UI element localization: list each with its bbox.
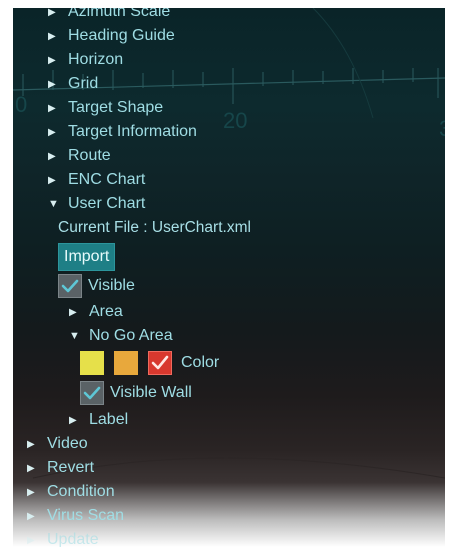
scale-number-0: 0	[15, 92, 28, 117]
triangle-right-icon: ▶	[48, 174, 56, 186]
color-swatch-orange[interactable]	[114, 351, 138, 375]
tree-item-horizon[interactable]: ▶ Horizon	[48, 49, 123, 71]
color-label: Color	[181, 354, 220, 371]
triangle-right-icon: ▶	[48, 30, 56, 42]
tree-item-route[interactable]: ▶ Route	[48, 145, 111, 167]
import-button[interactable]: Import	[58, 243, 116, 271]
tree-item-condition[interactable]: ▶ Condition	[27, 481, 115, 503]
tree-item-label: Video	[47, 435, 88, 452]
tree-item-target-shape[interactable]: ▶ Target Shape	[48, 97, 163, 119]
triangle-right-icon: ▶	[27, 486, 35, 498]
tree-item-label: Azimuth Scale	[68, 8, 171, 20]
tree-item-label: Heading Guide	[68, 27, 175, 44]
tree-item-label: Grid	[68, 75, 99, 92]
triangle-down-icon: ▼	[48, 198, 59, 210]
visible-checkbox[interactable]	[58, 274, 82, 298]
triangle-right-icon: ▶	[27, 534, 35, 546]
color-swatch-red-selected[interactable]	[148, 351, 172, 375]
visible-wall-checkbox[interactable]	[80, 381, 104, 405]
tree-item-label: Update	[47, 531, 99, 547]
tree-item-virus-scan[interactable]: ▶ Virus Scan	[27, 505, 124, 527]
triangle-right-icon: ▶	[27, 438, 35, 450]
checkmark-icon	[83, 386, 101, 400]
tree-item-label: Target Information	[68, 123, 197, 140]
tree-item-label: Route	[68, 147, 111, 164]
tree-item-label: Target Shape	[68, 99, 164, 116]
triangle-right-icon: ▶	[27, 510, 35, 522]
tree-item-azimuth-scale[interactable]: ▶ Azimuth Scale	[48, 8, 170, 23]
tree-item-user-chart[interactable]: ▼ User Chart	[48, 193, 145, 215]
tree-item-label: Revert	[47, 459, 95, 476]
tree-item-label: Horizon	[68, 51, 124, 68]
tree-item-label: Virus Scan	[47, 507, 125, 524]
triangle-right-icon: ▶	[69, 414, 77, 426]
triangle-right-icon: ▶	[48, 78, 56, 90]
tree-item-enc-chart[interactable]: ▶ ENC Chart	[48, 169, 145, 191]
tree-item-no-go-area[interactable]: ▼ No Go Area	[69, 325, 173, 347]
checkmark-icon	[61, 279, 79, 293]
tree-item-video[interactable]: ▶ Video	[27, 433, 88, 455]
tree-item-heading-guide[interactable]: ▶ Heading Guide	[48, 25, 175, 47]
triangle-right-icon: ▶	[48, 150, 56, 162]
visible-label: Visible	[88, 277, 135, 294]
tree-item-label: ENC Chart	[68, 171, 146, 188]
current-file-label: Current File : UserChart.xml	[58, 219, 251, 236]
triangle-right-icon: ▶	[69, 306, 77, 318]
tree-item-revert[interactable]: ▶ Revert	[27, 457, 94, 479]
checkmark-icon	[151, 355, 169, 370]
scale-number-20: 20	[223, 108, 248, 133]
triangle-right-icon: ▶	[48, 8, 56, 18]
settings-panel: 0 20 3 ▶ Azimuth Scale ▶ Heading Guide ▶…	[13, 8, 445, 547]
tree-item-label: No Go Area	[89, 327, 173, 344]
visible-wall-label: Visible Wall	[110, 384, 192, 401]
tree-item-grid[interactable]: ▶ Grid	[48, 73, 98, 95]
triangle-right-icon: ▶	[48, 102, 56, 114]
triangle-down-icon: ▼	[69, 330, 80, 342]
tree-item-update[interactable]: ▶ Update	[27, 529, 99, 547]
tree-item-area[interactable]: ▶ Area	[69, 301, 123, 323]
scale-number-3: 3	[439, 116, 445, 142]
color-swatch-yellow[interactable]	[80, 351, 104, 375]
tree-item-label: Area	[89, 303, 123, 320]
tree-item-target-information[interactable]: ▶ Target Information	[48, 121, 197, 143]
tree-item-label: Label	[89, 411, 129, 428]
tree-item-label: User Chart	[68, 195, 146, 212]
triangle-right-icon: ▶	[48, 54, 56, 66]
triangle-right-icon: ▶	[27, 462, 35, 474]
tree-item-label: Condition	[47, 483, 115, 500]
triangle-right-icon: ▶	[48, 126, 56, 138]
tree-item-label-node[interactable]: ▶ Label	[69, 409, 128, 431]
